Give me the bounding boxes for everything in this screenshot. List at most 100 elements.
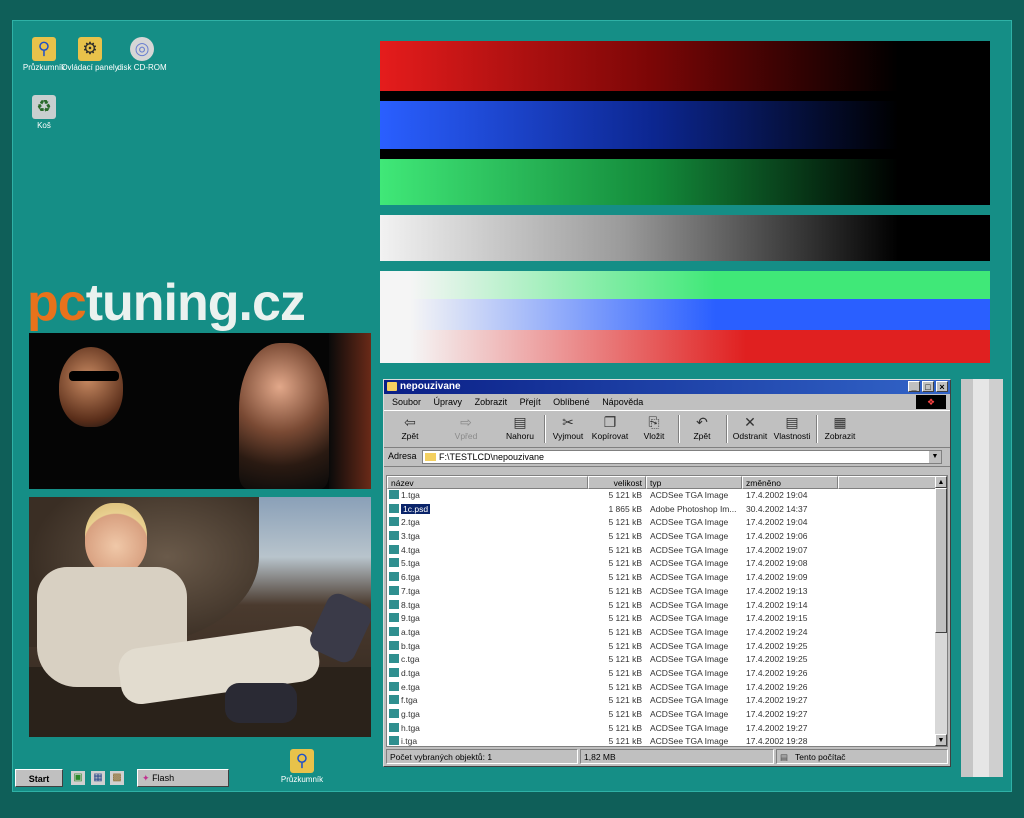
back-button[interactable]: ⇦ Zpět <box>390 413 430 441</box>
file-row[interactable]: h.tga 5 121 kB ACDSee TGA Image 17.4.2002 1… <box>387 722 947 736</box>
file-row[interactable]: e.tga 5 121 kB ACDSee TGA Image 17.4.2002 1… <box>387 681 947 695</box>
flash-icon: ✦ <box>142 773 150 783</box>
file-row[interactable]: 4.tga 5 121 kB ACDSee TGA Image 17.4.2002 1… <box>387 544 947 558</box>
desktop-icon-control-panel[interactable]: ⚙ Ovládací panely <box>61 37 119 73</box>
file-size: 5 121 kB <box>608 667 642 678</box>
desktop-icon-explorer-2[interactable]: ⚲ Průzkumník <box>273 749 331 785</box>
file-row[interactable]: f.tga 5 121 kB ACDSee TGA Image 17.4.2002 1… <box>387 694 947 708</box>
column-modified[interactable]: změněno <box>742 476 838 489</box>
paste-button[interactable]: ⎘ Vložit <box>634 413 674 441</box>
cut-button[interactable]: ✂ Vyjmout <box>548 413 588 441</box>
file-modified: 17.4.2002 19:27 <box>746 722 808 733</box>
file-name: g.tga <box>401 709 420 719</box>
quicklaunch-save-icon[interactable]: ▣ <box>71 771 85 785</box>
menu-soubor[interactable]: Soubor <box>392 397 421 407</box>
file-list-header: název velikost typ změněno <box>387 476 947 489</box>
menu-prejit[interactable]: Přejít <box>520 397 541 407</box>
file-row[interactable]: 2.tga 5 121 kB ACDSee TGA Image 17.4.2002 1… <box>387 516 947 530</box>
desktop: ⚲ Průzkumník ⚙ Ovládací panely ◎ disk CD… <box>12 20 1012 792</box>
file-type: ACDSee TGA Image <box>650 572 729 583</box>
file-row[interactable]: 3.tga 5 121 kB ACDSee TGA Image 17.4.2002 1… <box>387 530 947 544</box>
menu-napoveda[interactable]: Nápověda <box>602 397 643 407</box>
maximize-button[interactable]: □ <box>922 381 934 392</box>
file-size: 5 121 kB <box>608 709 642 719</box>
file-row[interactable]: 1c.psd 1 865 kB Adobe Photoshop Im... 30.4.… <box>387 503 947 517</box>
cd-rom-icon: ◎ <box>130 37 154 61</box>
views-button[interactable]: ▦ Zobrazit <box>820 413 860 441</box>
file-modified: 17.4.2002 19:25 <box>746 640 808 651</box>
file-type: Adobe Photoshop Im... <box>650 503 737 514</box>
menu-zobrazit[interactable]: Zobrazit <box>475 397 508 407</box>
forward-label: Vpřed <box>454 431 478 441</box>
toolbar-separator <box>816 415 818 443</box>
file-row[interactable]: 8.tga 5 121 kB ACDSee TGA Image 17.4.2002 1… <box>387 599 947 613</box>
address-input[interactable]: F:\TESTLCD\nepouzivane ▼ <box>422 450 942 464</box>
file-size: 5 121 kB <box>608 626 642 637</box>
file-row[interactable]: c.tga 5 121 kB ACDSee TGA Image 17.4.2002 1… <box>387 653 947 667</box>
desktop-icon-cd-rom[interactable]: ◎ disk CD-ROM <box>113 37 171 73</box>
file-type: ACDSee TGA Image <box>650 531 729 542</box>
scroll-up-icon[interactable]: ▲ <box>935 476 947 488</box>
close-button[interactable]: × <box>936 381 948 392</box>
title-bar[interactable]: nepouzivane _ □ × <box>384 380 950 394</box>
address-bar: Adresa F:\TESTLCD\nepouzivane ▼ <box>384 448 950 467</box>
delete-button[interactable]: ✕ Odstranit <box>730 413 770 441</box>
file-modified: 17.4.2002 19:13 <box>746 585 808 596</box>
forward-arrow-icon: ⇨ <box>460 414 472 430</box>
file-name: c.tga <box>401 654 420 665</box>
properties-button[interactable]: ▤ Vlastnosti <box>772 413 812 441</box>
file-row[interactable]: 9.tga 5 121 kB ACDSee TGA Image 17.4.2002 1… <box>387 612 947 626</box>
back-arrow-icon: ⇦ <box>404 414 416 430</box>
file-icon <box>389 599 399 609</box>
desktop-icon-recycle-bin[interactable]: ♻ Koš <box>15 95 73 131</box>
up-button[interactable]: ▤ Nahoru <box>500 413 540 441</box>
file-row[interactable]: 5.tga 5 121 kB ACDSee TGA Image 17.4.2002 1… <box>387 557 947 571</box>
quicklaunch-desktop-icon[interactable]: ▩ <box>110 771 124 785</box>
file-size: 5 121 kB <box>608 490 642 500</box>
window-title: nepouzivane <box>400 381 461 392</box>
paste-icon: ⎘ <box>648 414 660 430</box>
taskbar-button-flash[interactable]: ✦ Flash <box>137 769 229 787</box>
file-row[interactable]: 1.tga 5 121 kB ACDSee TGA Image 17.4.2002 1… <box>387 489 947 503</box>
file-type: ACDSee TGA Image <box>650 654 729 665</box>
column-size[interactable]: velikost <box>588 476 646 489</box>
scroll-thumb[interactable] <box>935 488 947 633</box>
file-type: ACDSee TGA Image <box>650 709 729 719</box>
file-row[interactable]: g.tga 5 121 kB ACDSee TGA Image 17.4.2002 1… <box>387 708 947 722</box>
delete-label: Odstranit <box>732 431 768 441</box>
file-name: 2.tga <box>401 517 420 528</box>
windows-logo-icon: ❖ <box>916 395 946 409</box>
file-name-cell: f.tga <box>389 694 418 708</box>
white-to-color-bars <box>380 271 990 363</box>
scroll-down-icon[interactable]: ▼ <box>935 734 947 746</box>
menu-upravy[interactable]: Úpravy <box>434 397 463 407</box>
file-name-cell: 2.tga <box>389 516 420 530</box>
white-blue-bar <box>380 299 990 330</box>
file-icon <box>389 695 399 705</box>
quicklaunch-explorer-icon[interactable]: ▦ <box>91 771 105 785</box>
undo-button[interactable]: ↶ Zpět <box>682 413 722 441</box>
file-row[interactable]: a.tga 5 121 kB ACDSee TGA Image 17.4.2002 1… <box>387 626 947 640</box>
column-name[interactable]: název <box>387 476 588 489</box>
file-row[interactable]: i.tga 5 121 kB ACDSee TGA Image 17.4.2002 1… <box>387 735 947 746</box>
file-row[interactable]: d.tga 5 121 kB ACDSee TGA Image 17.4.2002 1… <box>387 667 947 681</box>
vertical-scrollbar[interactable]: ▲ ▼ <box>935 476 947 746</box>
child-head <box>85 503 147 575</box>
file-row[interactable]: 7.tga 5 121 kB ACDSee TGA Image 17.4.2002 1… <box>387 585 947 599</box>
file-icon <box>389 490 399 499</box>
address-dropdown-icon[interactable]: ▼ <box>929 451 941 463</box>
column-type[interactable]: typ <box>646 476 742 489</box>
white-green-bar <box>380 271 990 299</box>
sunglasses <box>69 371 119 381</box>
file-row[interactable]: b.tga 5 121 kB ACDSee TGA Image 17.4.2002 1… <box>387 640 947 654</box>
minimize-button[interactable]: _ <box>908 381 920 392</box>
cut-label: Vyjmout <box>552 431 584 441</box>
start-button[interactable]: Start <box>15 769 63 787</box>
properties-icon: ▤ <box>785 414 799 430</box>
copy-button[interactable]: ❐ Kopírovat <box>590 413 630 441</box>
file-row[interactable]: 6.tga 5 121 kB ACDSee TGA Image 17.4.2002 1… <box>387 571 947 585</box>
file-modified: 17.4.2002 19:26 <box>746 667 808 678</box>
views-grid-icon: ▦ <box>833 414 847 430</box>
forward-button[interactable]: ⇨ Vpřed <box>446 413 486 441</box>
menu-oblibene[interactable]: Oblíbené <box>553 397 590 407</box>
